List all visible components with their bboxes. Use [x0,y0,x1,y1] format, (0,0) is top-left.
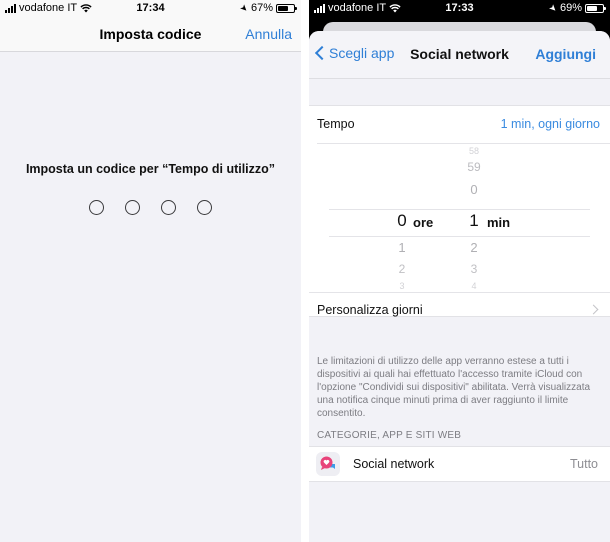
footnote-text: Le limitazioni di utilizzo delle app ver… [317,356,591,419]
battery-icon [585,3,606,13]
location-arrow-icon: ➤ [547,1,560,14]
passcode-dot [161,200,176,215]
passcode-dot [89,200,104,215]
chevron-right-icon [588,304,599,315]
hours-option[interactable]: 1 [387,240,417,255]
minutes-option[interactable]: 2 [459,240,489,255]
minutes-option[interactable]: 59 [459,160,489,174]
battery-icon [276,3,297,13]
passcode-prompt: Imposta un codice per “Tempo di utilizzo… [25,162,276,176]
minutes-option[interactable]: 0 [459,182,489,197]
hours-option[interactable]: 2 [387,262,417,276]
location-arrow-icon: ➤ [238,1,251,14]
navigation-bar: Imposta codice Annulla [0,18,301,52]
category-label: Social network [353,457,435,471]
section-header: CATEGORIE, APP E SITI WEB [317,430,462,441]
battery-percent: 69% [559,2,582,14]
minutes-option[interactable]: 4 [459,281,489,291]
hours-option[interactable]: 3 [387,281,417,291]
time-settings-group: Tempo 1 min, ogni giorno 0 ore 1 2 3 58 … [309,105,610,317]
passcode-dot [125,200,140,215]
minutes-selected[interactable]: 1 [459,211,489,231]
category-row[interactable]: Social network Tutto [309,446,610,482]
minutes-option[interactable]: 58 [459,146,489,156]
time-label: Tempo [317,117,355,131]
modal-sheet: Scegli app Social network Aggiungi Tempo… [309,31,610,542]
time-value: 1 min, ogni giorno [500,117,600,131]
hours-unit: ore [413,215,434,230]
status-bar: vodafone IT 17:33 ➤ 69% [309,0,610,18]
time-row[interactable]: Tempo 1 min, ogni giorno [309,106,610,144]
app-limit-screen: vodafone IT 17:33 ➤ 69% Scegli app Socia… [309,0,610,542]
social-network-icon [316,452,340,476]
minutes-option[interactable]: 3 [459,262,489,276]
passcode-dot [197,200,212,215]
time-picker[interactable]: 0 ore 1 2 3 58 59 0 1 min 2 3 4 [309,144,610,292]
customize-days-label: Personalizza giorni [317,303,423,317]
passcode-screen: vodafone IT 17:34 ➤ 67% Imposta codice A… [0,0,301,542]
customize-days-row[interactable]: Personalizza giorni [309,292,610,328]
minutes-unit: min [487,215,511,230]
cancel-button[interactable]: Annulla [245,26,292,42]
battery-percent: 67% [250,2,273,14]
category-value: Tutto [569,457,598,471]
add-button[interactable]: Aggiungi [535,46,596,62]
passcode-entry[interactable] [0,200,301,215]
navigation-bar: Scegli app Social network Aggiungi [309,31,610,79]
status-bar: vodafone IT 17:34 ➤ 67% [0,0,301,18]
